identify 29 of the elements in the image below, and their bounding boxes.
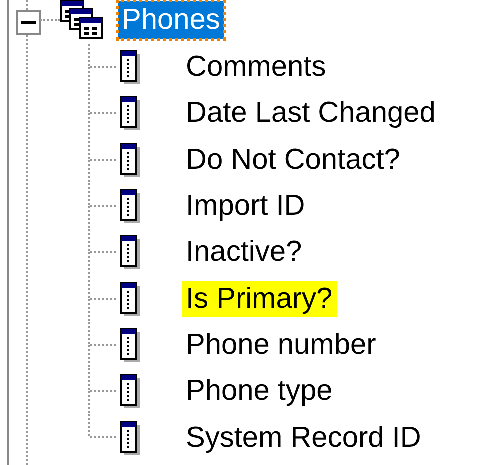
field-label[interactable]: Phone number [182,326,380,363]
field-label[interactable]: Is Primary? [182,280,337,317]
field-label[interactable]: System Record ID [182,420,426,456]
collapse-toggle[interactable] [16,10,41,35]
field-label[interactable]: Date Last Changed [182,95,440,132]
field-icon [120,235,140,270]
field-icon [120,189,140,224]
field-label[interactable]: Inactive? [182,234,306,270]
field-label[interactable]: Phone type [182,373,337,410]
field-icon [120,328,140,362]
field-icon [120,420,140,455]
field-label[interactable]: Import ID [182,188,310,224]
tree-connector [88,136,118,183]
tables-icon [60,0,106,40]
field-icon [120,282,140,316]
field-icon [120,142,140,177]
tree-connector [88,90,118,136]
tree-node-label[interactable]: Phones [118,1,224,39]
field-icon [120,96,140,130]
field-label[interactable]: Do Not Contact? [182,142,404,178]
tree-connector [88,183,118,230]
field-label[interactable]: Comments [182,49,330,86]
field-icon [120,374,140,408]
tree-connector [88,229,118,276]
minus-icon [21,21,36,24]
tree-connector [88,322,118,368]
tree-connector [88,276,118,322]
tree-connector [88,44,118,90]
field-icon [120,50,140,84]
